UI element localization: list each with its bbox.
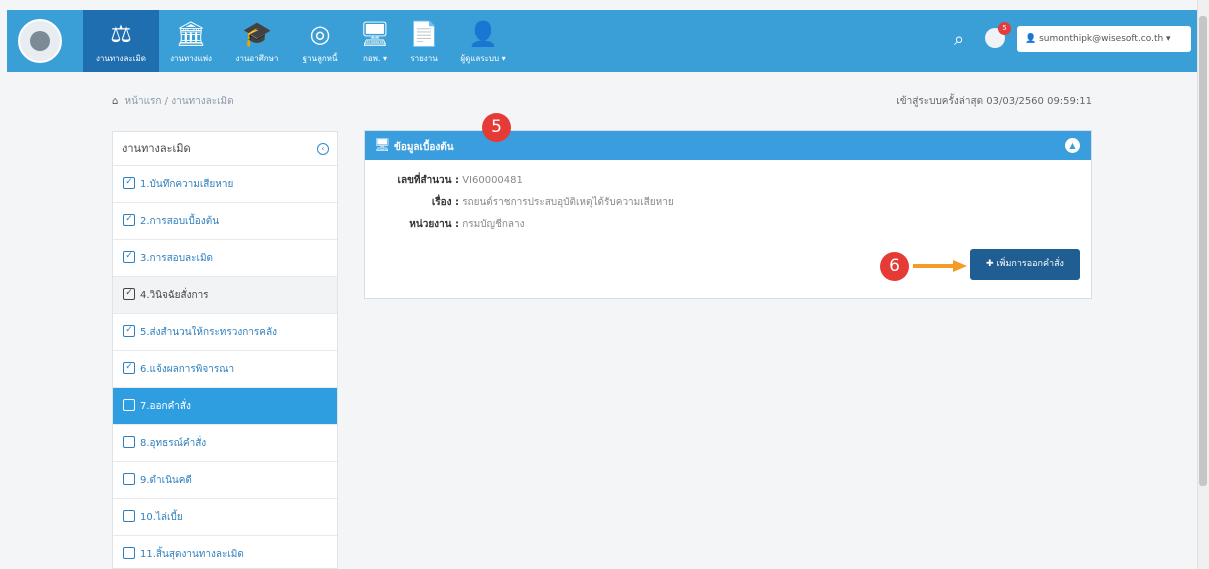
nav-item-kopor[interactable]: 🖥 กอพ. ▾ xyxy=(349,10,401,72)
sidebar-item[interactable]: ✓ 2.การสอบเบื้องต้น xyxy=(113,203,337,240)
sidebar-item[interactable]: ✓ 5.ส่งสำนวนให้กระทรวงการคลัง xyxy=(113,314,337,351)
app-logo[interactable] xyxy=(18,19,62,63)
scrollbar-thumb[interactable] xyxy=(1199,16,1207,486)
sidebar-item[interactable]: 10.ไล่เบี้ย xyxy=(113,499,337,536)
step-marker-6: 6 xyxy=(880,252,909,281)
checkbox-empty-icon xyxy=(123,547,135,559)
checkbox-checked-icon: ✓ xyxy=(123,288,135,300)
sidebar-item[interactable]: 11.สิ้นสุดงานทางละเมิด xyxy=(113,536,337,568)
field-subject: เรื่อง : รถยนต์ราชการประสบอุบัติเหตุได้ร… xyxy=(431,197,674,208)
sidebar-item[interactable]: ✓ 6.แจ้งผลการพิจารณา xyxy=(113,351,337,388)
checkbox-checked-icon: ✓ xyxy=(123,362,135,374)
nav-item-education[interactable]: 🎓 งานอาศึกษา xyxy=(223,10,291,72)
notification-badge: 5 xyxy=(998,22,1011,35)
field-case-number: เลขที่สำนวน : VI60000481 xyxy=(397,175,523,186)
field-agency: หน่วยงาน : กรมบัญชีกลาง xyxy=(409,219,525,230)
graduation-cap-icon: 🎓 xyxy=(242,20,272,48)
breadcrumb-home[interactable]: หน้าแรก xyxy=(125,96,162,107)
sidebar-title: งานทางละเมิด xyxy=(122,142,191,155)
nav-item-tort[interactable]: ⚖ งานทางละเมิด xyxy=(83,10,159,72)
user-menu-button[interactable]: 👤 sumonthipk@wisesoft.co.th ▾ xyxy=(1017,26,1191,52)
checkbox-checked-icon: ✓ xyxy=(123,251,135,263)
sidebar-item[interactable]: 8.อุทธรณ์คำสั่ง xyxy=(113,425,337,462)
workflow-sidebar: งานทางละเมิด ‹ ✓ 1.บันทึกความเสียหาย ✓ 2.ก… xyxy=(112,131,338,569)
step-marker-5: 5 xyxy=(482,113,511,142)
sidebar-header: งานทางละเมิด ‹ xyxy=(113,132,337,166)
home-icon: ⌂ xyxy=(112,96,119,107)
panel-header: 🖥 ข้อมูลเบื้องต้น ▲ xyxy=(365,131,1091,160)
plus-icon: ✚ xyxy=(986,259,994,269)
gavel-icon: ⚖ xyxy=(110,20,132,48)
user-icon: 👤 xyxy=(1025,34,1037,44)
nav-item-debtors[interactable]: ◎ ฐานลูกหนี้ xyxy=(291,10,349,72)
checkbox-empty-icon xyxy=(123,399,135,411)
notification-icon[interactable]: 5 xyxy=(985,22,1011,48)
user-email: sumonthipk@wisesoft.co.th ▾ xyxy=(1039,34,1171,44)
document-icon: 📄 xyxy=(409,20,439,48)
sidebar-item[interactable]: ✓ 4.วินิจฉัยสั่งการ xyxy=(113,277,337,314)
breadcrumb: ⌂ หน้าแรก / งานทางละเมิด xyxy=(112,94,234,109)
collapse-panel-icon[interactable]: ▲ xyxy=(1065,138,1080,153)
arrow-right-icon xyxy=(913,260,967,272)
checkbox-empty-icon xyxy=(123,473,135,485)
checkbox-empty-icon xyxy=(123,510,135,522)
checkbox-checked-icon: ✓ xyxy=(123,325,135,337)
nav-item-admin[interactable]: 👤 ผู้ดูแลระบบ ▾ xyxy=(447,10,519,72)
nav-item-civil[interactable]: 🏛 งานทางแพ่ง xyxy=(159,10,223,72)
breadcrumb-current: งานทางละเมิด xyxy=(171,96,234,107)
checkbox-checked-icon: ✓ xyxy=(123,214,135,226)
checkbox-empty-icon xyxy=(123,436,135,448)
panel-title: ข้อมูลเบื้องต้น xyxy=(394,142,454,153)
add-order-button[interactable]: ✚ เพิ่มการออกคำสั่ง xyxy=(970,249,1080,280)
monitor-icon: 🖥 xyxy=(374,138,391,153)
search-icon[interactable]: ⌕ xyxy=(954,29,964,50)
user-cog-icon: 👤 xyxy=(468,20,498,48)
sidebar-item[interactable]: 9.ดำเนินคดี xyxy=(113,462,337,499)
basic-info-panel: 🖥 ข้อมูลเบื้องต้น ▲ เลขที่สำนวน : VI6000… xyxy=(364,130,1092,299)
nav-item-reports[interactable]: 📄 รายงาน xyxy=(401,10,447,72)
page-scrollbar[interactable] xyxy=(1197,0,1209,569)
sidebar-item[interactable]: ✓ 3.การสอบละเมิด xyxy=(113,240,337,277)
sidebar-item-active[interactable]: 7.ออกคำสั่ง xyxy=(113,388,337,425)
coins-icon: ◎ xyxy=(309,20,331,48)
sidebar-item[interactable]: ✓ 1.บันทึกความเสียหาย xyxy=(113,166,337,203)
checkbox-checked-icon: ✓ xyxy=(123,177,135,189)
bank-icon: 🏛 xyxy=(175,20,207,48)
monitor-icon: 🖥 xyxy=(359,20,391,48)
top-navbar: ⚖ งานทางละเมิด 🏛 งานทางแพ่ง 🎓 งานอาศึกษา… xyxy=(7,10,1197,72)
breadcrumb-separator: / xyxy=(164,96,169,107)
collapse-icon[interactable]: ‹ xyxy=(317,143,329,155)
last-login-text: เข้าสู่ระบบครั้งล่าสุด 03/03/2560 09:59:… xyxy=(896,96,1092,107)
